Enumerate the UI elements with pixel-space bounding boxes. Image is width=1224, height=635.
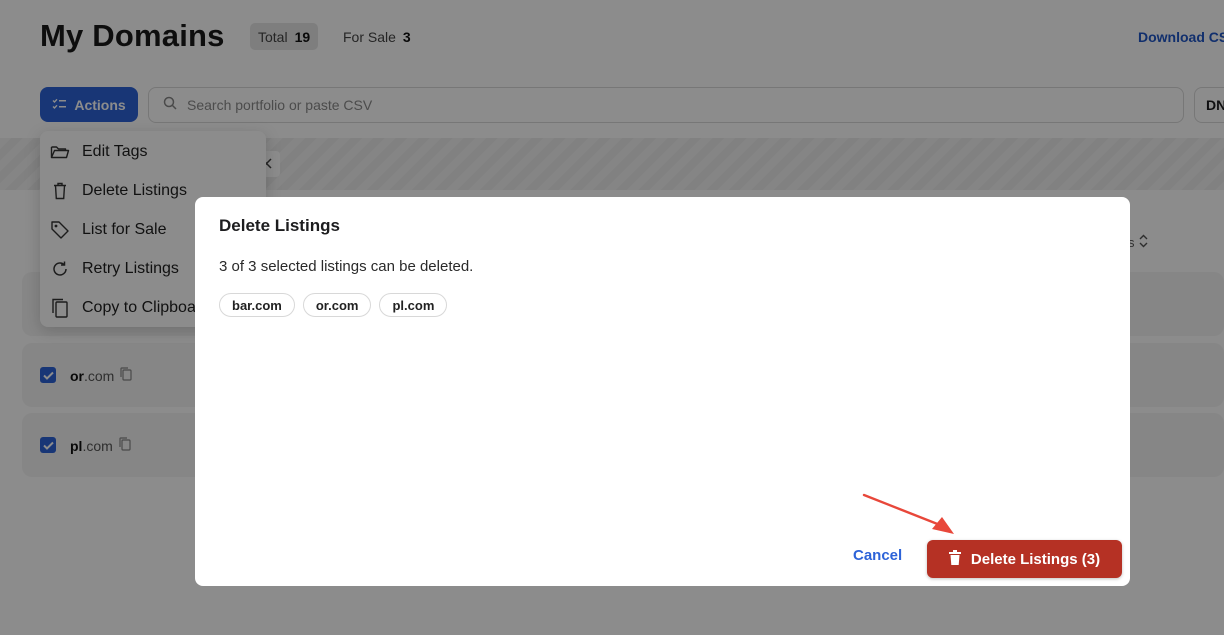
dialog-message: 3 of 3 selected listings can be deleted. <box>219 258 474 275</box>
domain-chip: bar.com <box>219 293 295 317</box>
delete-listings-dialog: Delete Listings 3 of 3 selected listings… <box>195 197 1130 586</box>
domain-chip: or.com <box>302 293 372 317</box>
delete-listings-button[interactable]: Delete Listings (3) <box>927 540 1122 578</box>
dialog-title: Delete Listings <box>219 216 340 235</box>
domain-chip: pl.com <box>379 293 448 317</box>
domain-chip-list: bar.com or.com pl.com <box>219 293 448 317</box>
delete-button-label: Delete Listings (3) <box>970 550 1101 568</box>
trash-icon <box>948 549 961 569</box>
cancel-button[interactable]: Cancel <box>853 547 902 564</box>
annotation-arrow-icon <box>862 493 954 534</box>
